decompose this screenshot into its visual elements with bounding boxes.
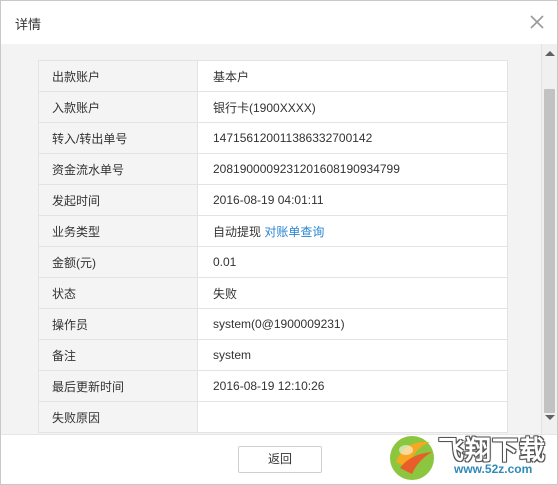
row-label: 操作员 (38, 308, 198, 340)
dialog-header: 详情 (1, 1, 557, 44)
scroll-thumb[interactable] (544, 89, 555, 413)
row-label: 失败原因 (38, 401, 198, 433)
table-row: 备注 system (38, 339, 508, 371)
row-value: 2016-08-19 12:10:26 (197, 370, 508, 402)
row-value: 0.01 (197, 246, 508, 278)
details-dialog: 详情 出款账户 基本户 入款账户 银行卡(1900XXXX) 转入/转出单号 1… (0, 0, 558, 485)
row-label: 发起时间 (38, 184, 198, 216)
table-row: 状态 失败 (38, 277, 508, 309)
close-button[interactable] (527, 12, 547, 32)
row-label: 最后更新时间 (38, 370, 198, 402)
row-label: 业务类型 (38, 215, 198, 247)
dialog-title: 详情 (15, 17, 42, 32)
table-row: 操作员 system(0@1900009231) (38, 308, 508, 340)
table-row: 入款账户 银行卡(1900XXXX) (38, 91, 508, 123)
fund-flow-link[interactable]: 20819000092312016081909​34799 (197, 153, 508, 185)
statement-query-link[interactable]: 对账单查询 (264, 225, 324, 239)
details-table: 出款账户 基本户 入款账户 银行卡(1900XXXX) 转入/转出单号 1471… (38, 60, 508, 433)
vertical-scrollbar[interactable] (541, 44, 557, 434)
transfer-order-link[interactable]: 1471561200113863327001​42 (197, 122, 508, 154)
table-row: 资金流水单号 20819000092312016081909​34799 (38, 153, 508, 185)
row-value: 2016-08-19 04:01:11 (197, 184, 508, 216)
back-button[interactable]: 返回 (238, 446, 322, 473)
table-row: 转入/转出单号 1471561200113863327001​42 (38, 122, 508, 154)
row-value-business-type: 自动提现 对账单查询 (197, 215, 508, 247)
watermark-url: www.52z.com (454, 462, 533, 476)
table-row: 业务类型 自动提现 对账单查询 (38, 215, 508, 247)
row-label: 状态 (38, 277, 198, 309)
row-label: 出款账户 (38, 60, 198, 92)
row-label: 金额(元) (38, 246, 198, 278)
row-label: 备注 (38, 339, 198, 371)
table-row: 最后更新时间 2016-08-19 12:10:26 (38, 370, 508, 402)
watermark: 飞翔下载 www.52z.com (384, 428, 556, 484)
row-value: 基本户 (197, 60, 508, 92)
row-label: 入款账户 (38, 91, 198, 123)
watermark-logo-icon (390, 436, 434, 480)
business-type-text: 自动提现 (213, 224, 262, 239)
table-row: 发起时间 2016-08-19 04:01:11 (38, 184, 508, 216)
row-value: 银行卡(1900XXXX) (197, 91, 508, 123)
row-label: 转入/转出单号 (38, 122, 198, 154)
dialog-content: 出款账户 基本户 入款账户 银行卡(1900XXXX) 转入/转出单号 1471… (1, 44, 541, 434)
row-value: system (197, 339, 508, 371)
table-row: 金额(元) 0.01 (38, 246, 508, 278)
close-icon (530, 15, 544, 29)
row-label: 资金流水单号 (38, 153, 198, 185)
scroll-down-icon[interactable] (545, 415, 555, 420)
scroll-up-icon[interactable] (545, 51, 555, 56)
table-row: 出款账户 基本户 (38, 60, 508, 92)
status-value: 失败 (197, 277, 508, 309)
row-value: system(0@1900009231) (197, 308, 508, 340)
